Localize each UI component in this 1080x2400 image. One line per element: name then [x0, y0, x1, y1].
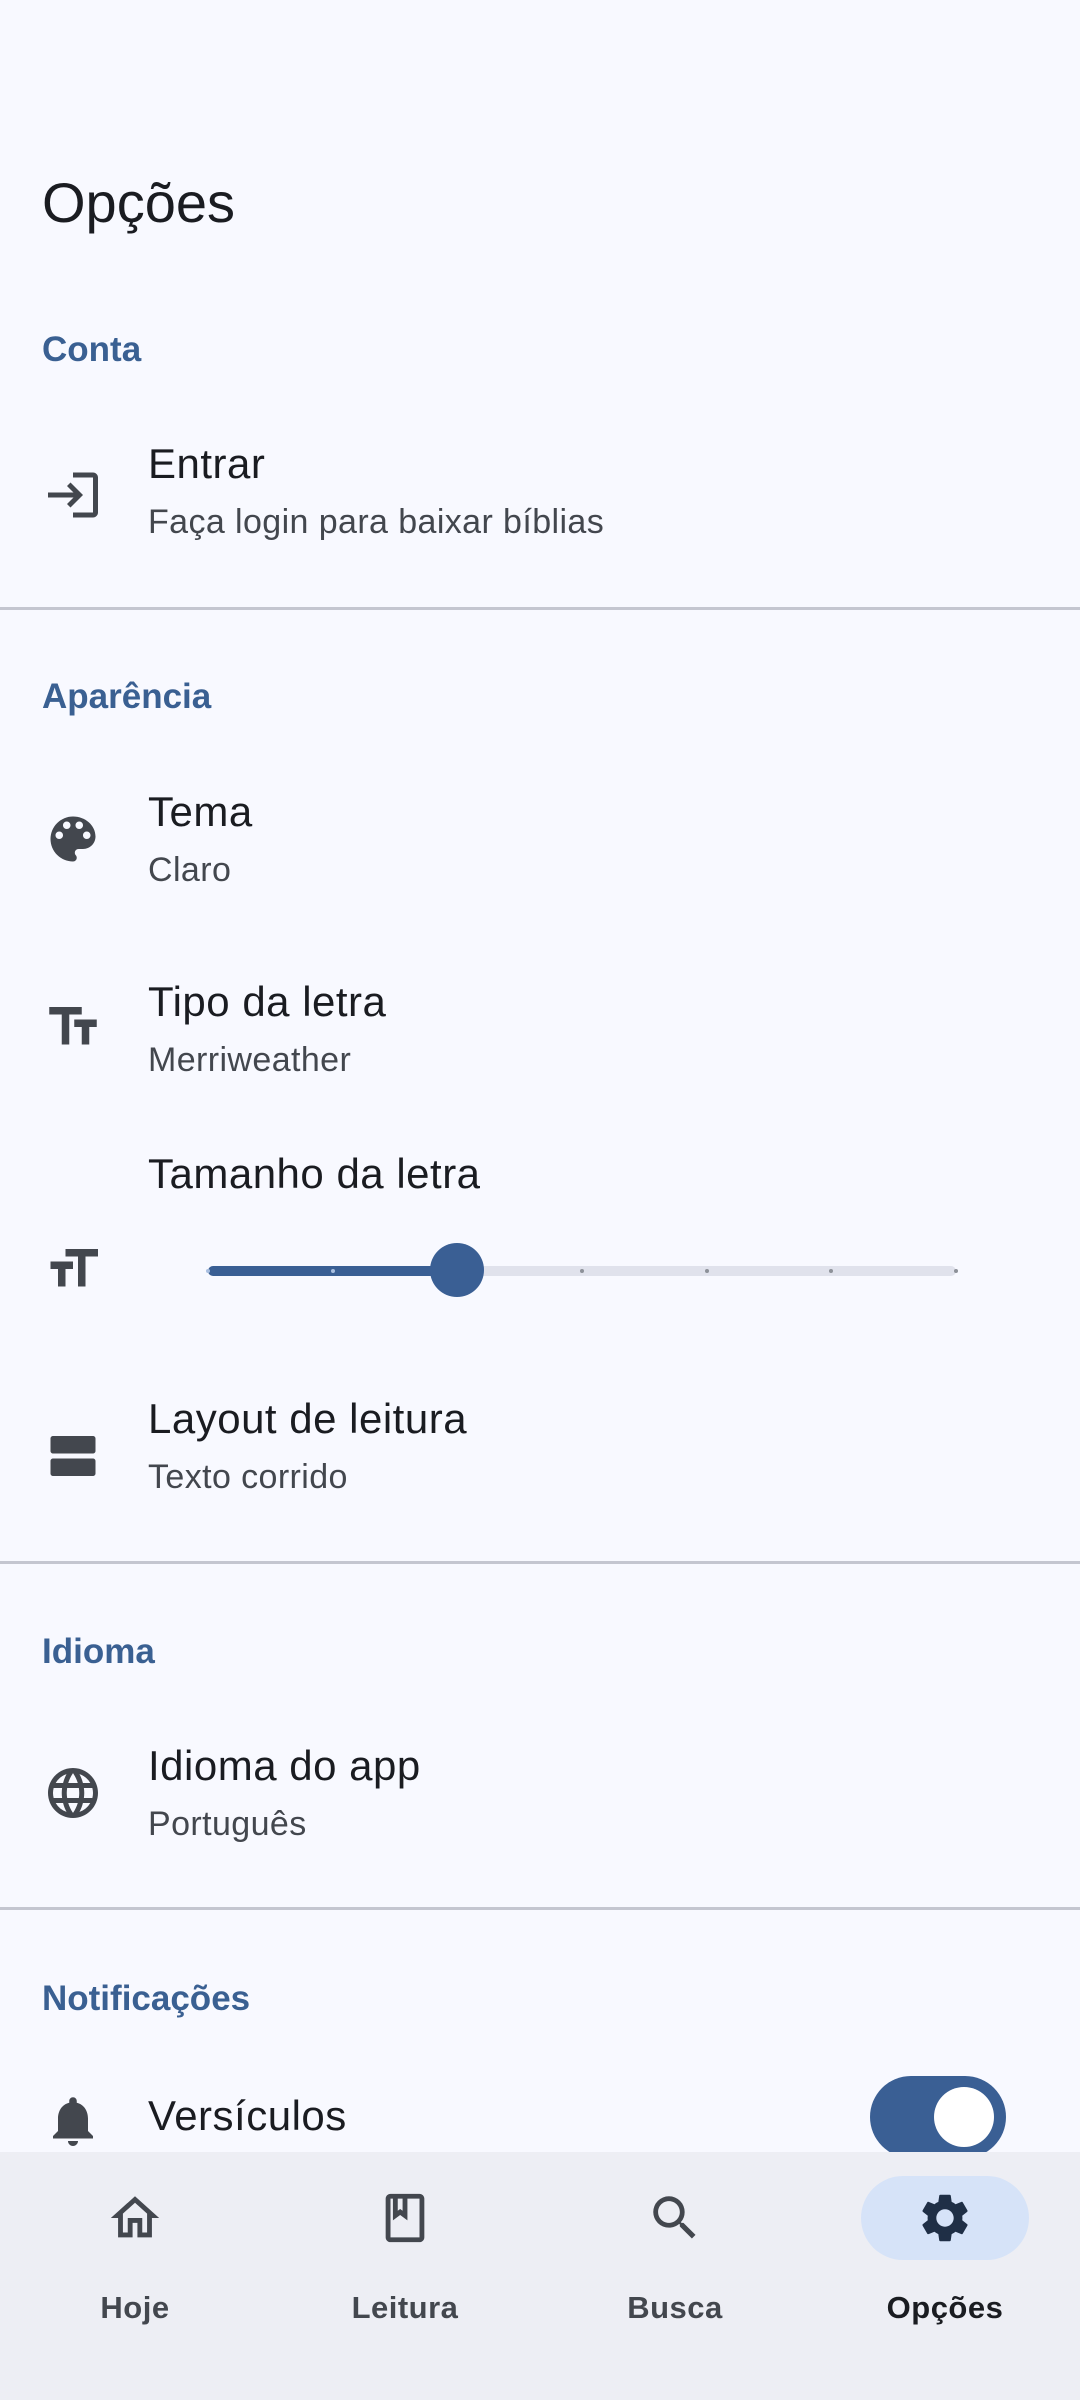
bell-icon — [40, 2088, 106, 2154]
settings-screen: Opções Conta Entrar Faça login para baix… — [0, 0, 1080, 2400]
view-agenda-icon — [40, 1423, 106, 1489]
nav-item-opcoes[interactable]: Opções — [810, 2152, 1080, 2400]
settings-icon — [922, 2194, 968, 2242]
font-size-title: Tamanho da letra — [148, 1150, 481, 1197]
font-type-subtitle: Merriweather — [148, 1041, 352, 1079]
login-subtitle: Faça login para baixar bíblias — [148, 503, 605, 541]
reading-layout-title: Layout de leitura — [148, 1395, 468, 1442]
nav-item-hoje[interactable]: Hoje — [0, 2152, 270, 2400]
divider — [0, 1907, 1080, 1910]
bottom-navigation: Hoje Leitura Busca Opções — [0, 2152, 1080, 2400]
divider — [0, 1561, 1080, 1564]
nav-label: Hoje — [100, 2290, 170, 2325]
globe-icon — [40, 1760, 106, 1826]
app-language-title: Idioma do app — [148, 1742, 421, 1789]
nav-label: Busca — [627, 2290, 723, 2325]
login-row[interactable]: Entrar Faça login para baixar bíblias — [0, 420, 1080, 570]
app-language-row[interactable]: Idioma do app Português — [0, 1730, 1080, 1880]
nav-item-leitura[interactable]: Leitura — [270, 2152, 540, 2400]
slider-tick — [330, 1269, 335, 1273]
home-icon — [110, 2196, 160, 2238]
app-language-subtitle: Português — [148, 1805, 307, 1843]
reading-layout-subtitle: Texto corrido — [148, 1458, 348, 1496]
section-header-notifications: Notificações — [42, 1979, 251, 2018]
palette-icon — [40, 806, 106, 872]
text-fields-icon — [40, 994, 106, 1060]
slider-tick — [704, 1269, 709, 1273]
nav-pill-active — [861, 2176, 1029, 2260]
verses-toggle[interactable] — [870, 2076, 1006, 2158]
nav-pill — [591, 2176, 759, 2260]
section-header-language: Idioma — [42, 1632, 155, 1671]
nav-item-busca[interactable]: Busca — [540, 2152, 810, 2400]
search-icon — [653, 2196, 696, 2239]
nav-pill — [321, 2176, 489, 2260]
theme-row[interactable]: Tema Claro — [0, 768, 1080, 918]
theme-title: Tema — [148, 788, 253, 835]
toggle-knob — [934, 2087, 994, 2147]
verses-title: Versículos — [148, 2092, 347, 2139]
theme-subtitle: Claro — [148, 851, 232, 889]
slider-thumb[interactable] — [430, 1243, 485, 1297]
slider-tick — [206, 1269, 210, 1273]
login-title: Entrar — [148, 440, 266, 487]
nav-label: Leitura — [351, 2290, 459, 2325]
divider — [0, 607, 1080, 610]
page-title: Opções — [42, 171, 235, 234]
section-header-account: Conta — [42, 330, 142, 369]
nav-pill — [51, 2176, 219, 2260]
book-icon — [385, 2193, 425, 2243]
font-type-row[interactable]: Tipo da letra Merriweather — [0, 958, 1080, 1108]
slider-tick — [954, 1269, 958, 1273]
font-type-title: Tipo da letra — [148, 978, 387, 1025]
font-size-slider[interactable] — [206, 1243, 958, 1297]
login-icon — [40, 462, 106, 528]
font-size-row: Tamanho da letra — [0, 1140, 1080, 1320]
format-size-icon — [40, 1236, 106, 1302]
section-header-appearance: Aparência — [42, 677, 212, 716]
slider-tick — [580, 1269, 584, 1273]
nav-label: Opções — [886, 2290, 1004, 2325]
reading-layout-row[interactable]: Layout de leitura Texto corrido — [0, 1385, 1080, 1535]
